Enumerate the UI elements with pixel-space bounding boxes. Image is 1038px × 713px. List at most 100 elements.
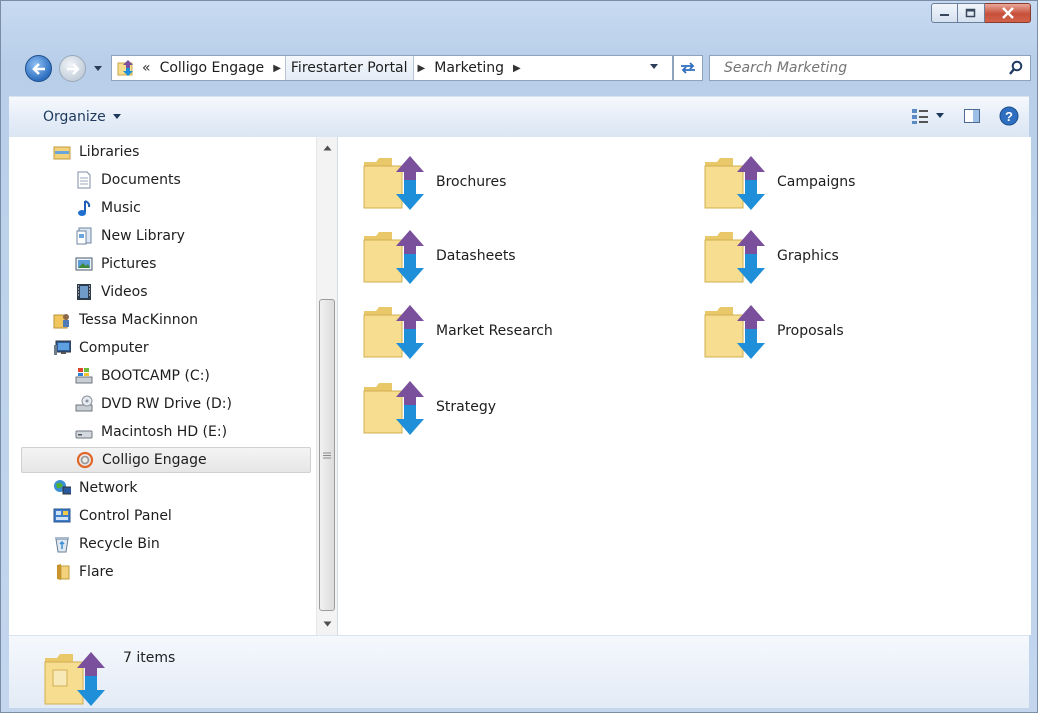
folder-label: Market Research: [436, 323, 553, 339]
folder-label: Datasheets: [436, 248, 516, 264]
nav-scrollbar[interactable]: [316, 137, 337, 635]
back-button[interactable]: [25, 55, 52, 82]
sync-folder-icon: [363, 305, 424, 359]
maximize-button[interactable]: [958, 3, 985, 23]
breadcrumb-separator-icon[interactable]: ▶: [414, 63, 430, 74]
forward-button[interactable]: [59, 55, 86, 82]
folder-item[interactable]: Market Research: [362, 301, 553, 361]
nav-item-bootcamp[interactable]: BOOTCAMP (C:): [75, 363, 210, 389]
forward-arrow-icon: [66, 62, 80, 75]
nav-item-tessa-mackinnon[interactable]: Tessa MacKinnon: [53, 307, 198, 333]
sync-folder-icon: [704, 230, 765, 284]
scroll-up-icon[interactable]: [323, 145, 332, 151]
search-box[interactable]: [709, 55, 1031, 81]
sync-folder-icon: [44, 652, 105, 706]
colligo-icon: [76, 451, 94, 469]
address-history-dropdown-icon[interactable]: [649, 63, 659, 71]
minimize-button[interactable]: [931, 3, 958, 23]
nav-item-dvd-drive[interactable]: DVD RW Drive (D:): [75, 391, 232, 417]
nav-item-libraries[interactable]: Libraries: [53, 139, 139, 165]
breadcrumb-separator-icon[interactable]: ▶: [269, 63, 285, 74]
nav-item-label: Recycle Bin: [79, 536, 160, 552]
refresh-icon: [681, 62, 695, 74]
recycle-bin-icon: [53, 535, 71, 553]
nav-item-control-panel[interactable]: Control Panel: [53, 503, 172, 529]
nav-item-macintosh-hd[interactable]: Macintosh HD (E:): [75, 419, 227, 445]
nav-item-label: Computer: [79, 340, 149, 356]
nav-item-network[interactable]: Network: [53, 475, 137, 501]
address-bar[interactable]: « Colligo Engage ▶ Firestarter Portal ▶ …: [111, 55, 673, 81]
nav-scrollbar-thumb[interactable]: [319, 299, 335, 611]
search-icon[interactable]: [1008, 60, 1024, 76]
nav-item-flare[interactable]: Flare: [53, 559, 114, 585]
folder-label: Graphics: [777, 248, 839, 264]
preview-pane-icon[interactable]: [963, 107, 981, 125]
dvd-drive-icon: [75, 395, 93, 413]
title-bar[interactable]: [1, 1, 1037, 45]
refresh-button[interactable]: [673, 55, 703, 81]
sync-folder-icon: [363, 381, 424, 435]
nav-item-label: Pictures: [101, 256, 157, 272]
nav-item-videos[interactable]: Videos: [75, 279, 148, 305]
sync-folder-icon: [704, 156, 765, 210]
nav-item-label: New Library: [101, 228, 185, 244]
sync-folder-icon: [116, 58, 138, 78]
library-icon: [75, 227, 93, 245]
close-button[interactable]: [985, 3, 1031, 23]
view-options-icon: [912, 109, 928, 124]
folder-item[interactable]: Brochures: [362, 152, 506, 212]
address-row: « Colligo Engage ▶ Firestarter Portal ▶ …: [1, 52, 1037, 84]
nav-item-label: BOOTCAMP (C:): [101, 368, 210, 384]
network-icon: [53, 479, 71, 497]
file-list: Brochures Campaigns Datasheets Graphics …: [338, 137, 1031, 635]
breadcrumb-marketing[interactable]: Marketing: [429, 56, 509, 80]
nav-item-recycle-bin[interactable]: Recycle Bin: [53, 531, 160, 557]
folder-item[interactable]: Proposals: [703, 301, 844, 361]
search-input[interactable]: [722, 59, 996, 77]
recent-pages-dropdown-icon[interactable]: [93, 65, 103, 73]
organize-button[interactable]: Organize: [43, 109, 122, 125]
nav-item-label: Colligo Engage: [102, 452, 207, 468]
documents-icon: [75, 171, 93, 189]
sync-folder-icon: [363, 156, 424, 210]
folder-item[interactable]: Datasheets: [362, 226, 516, 286]
music-icon: [75, 199, 93, 217]
command-bar: Organize ?: [9, 96, 1029, 137]
nav-item-colligo-engage[interactable]: Colligo Engage: [21, 447, 311, 473]
nav-item-label: Macintosh HD (E:): [101, 424, 228, 440]
libraries-icon: [53, 143, 71, 161]
folder-item[interactable]: Graphics: [703, 226, 839, 286]
svg-text:?: ?: [1005, 109, 1013, 124]
folder-icon: [53, 563, 71, 581]
folder-item[interactable]: Strategy: [362, 377, 496, 437]
nav-item-label: Flare: [79, 564, 114, 580]
nav-item-pictures[interactable]: Pictures: [75, 251, 156, 277]
breadcrumb-colligo-engage[interactable]: Colligo Engage: [155, 56, 270, 80]
explorer-window: « Colligo Engage ▶ Firestarter Portal ▶ …: [0, 0, 1038, 713]
help-icon[interactable]: ?: [999, 106, 1019, 126]
hard-drive-icon: [75, 423, 93, 441]
videos-icon: [75, 283, 93, 301]
folder-label: Proposals: [777, 323, 844, 339]
breadcrumb-separator-icon[interactable]: ▶: [509, 63, 525, 74]
address-overflow[interactable]: «: [138, 60, 155, 76]
breadcrumb-firestarter-portal[interactable]: Firestarter Portal: [284, 56, 414, 80]
nav-item-new-library[interactable]: New Library: [75, 223, 185, 249]
folder-label: Campaigns: [777, 174, 856, 190]
nav-item-music[interactable]: Music: [75, 195, 141, 221]
close-icon: [1001, 7, 1014, 19]
item-count: 7 items: [123, 650, 176, 666]
nav-item-computer[interactable]: Computer: [53, 335, 149, 361]
nav-item-label: Videos: [101, 284, 148, 300]
control-panel-icon: [53, 507, 71, 525]
organize-label: Organize: [43, 109, 106, 125]
scroll-down-icon[interactable]: [323, 621, 332, 627]
nav-item-label: Libraries: [79, 144, 140, 160]
navigation-pane: Libraries Documents Music New Library Pi…: [9, 137, 338, 635]
computer-icon: [53, 339, 71, 357]
chevron-down-icon: [936, 113, 944, 118]
window-controls: [931, 3, 1031, 23]
change-view-button[interactable]: [911, 107, 945, 125]
nav-item-documents[interactable]: Documents: [75, 167, 181, 193]
folder-item[interactable]: Campaigns: [703, 152, 855, 212]
